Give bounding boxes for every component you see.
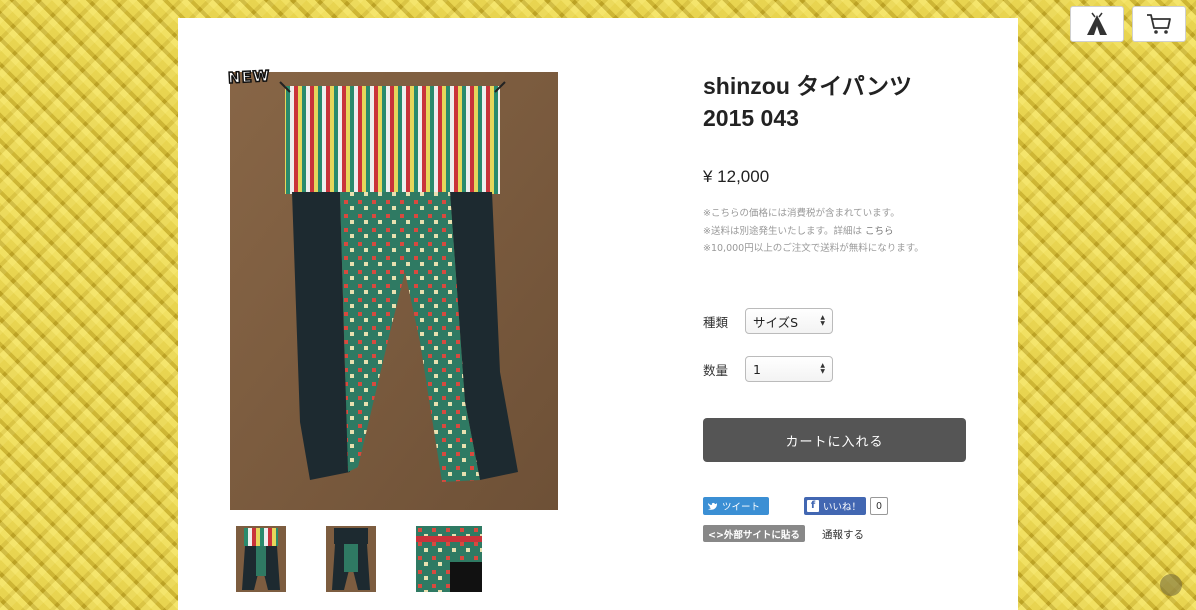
product-info: shinzou タイパンツ 2015 043 ¥ 12,000 ※こちらの価格に…: [703, 70, 973, 542]
shipping-details-link[interactable]: こちら: [865, 226, 894, 237]
thumbnail-2[interactable]: [326, 526, 376, 592]
cart-icon: [1147, 14, 1171, 34]
new-badge: NEW: [227, 66, 272, 88]
thumbnail-1[interactable]: [236, 526, 286, 592]
product-panel: NEW shinzou タイパンツ 2015 043 ¥ 12,000 ※こちら…: [178, 18, 1018, 610]
type-label: 種類: [703, 314, 729, 330]
header-icons: [1070, 6, 1186, 42]
shop-home-button[interactable]: [1070, 6, 1124, 42]
price-notes: ※こちらの価格には消費税が含まれています。 ※送料は別途発生いたします。詳細は …: [703, 205, 973, 258]
type-select[interactable]: サイズS ▲ ▼: [745, 308, 833, 334]
store-logo-icon[interactable]: [1160, 574, 1182, 596]
shipping-note: ※送料は別途発生いたします。詳細は こちら: [703, 223, 973, 241]
thumbnail-3[interactable]: [416, 526, 482, 592]
quantity-select-value: 1: [753, 361, 761, 377]
quantity-option-row: 数量 1 ▲ ▼: [703, 356, 833, 382]
add-to-cart-button[interactable]: カートに入れる: [703, 418, 966, 462]
product-title-line1: shinzou タイパンツ: [703, 73, 912, 99]
like-count: 0: [870, 497, 889, 515]
twitter-bird-icon: [708, 502, 717, 510]
shipping-note-text: ※送料は別途発生いたします。詳細は: [703, 225, 863, 237]
quantity-select[interactable]: 1 ▲ ▼: [745, 356, 833, 382]
free-shipping-note: ※10,000円以上のご注文で送料が無料になります。: [703, 243, 924, 254]
select-arrows-icon: ▲ ▼: [820, 362, 825, 375]
tax-note: ※こちらの価格には消費税が含まれています。: [703, 208, 900, 219]
report-link[interactable]: 通報する: [822, 527, 864, 542]
pants-photo: [230, 72, 558, 510]
facebook-like-button[interactable]: f いいね！: [804, 497, 867, 515]
tweet-button[interactable]: ツイート: [703, 497, 769, 515]
type-select-value: サイズS: [753, 314, 799, 330]
embed-button[interactable]: <>外部サイトに貼る: [703, 525, 805, 542]
social-buttons: ツイート f いいね！ 0 <>外部サイトに貼る 通報する: [703, 497, 973, 567]
main-product-image[interactable]: [230, 72, 558, 510]
product-price: ¥ 12,000: [703, 167, 770, 186]
product-title: shinzou タイパンツ 2015 043: [703, 70, 973, 134]
quantity-label: 数量: [703, 362, 729, 378]
cart-button[interactable]: [1132, 6, 1186, 42]
facebook-like: f いいね！ 0: [804, 497, 889, 515]
tent-icon: [1087, 12, 1107, 35]
tweet-label: ツイート: [722, 502, 761, 513]
type-option-row: 種類 サイズS ▲ ▼: [703, 308, 833, 334]
facebook-icon: f: [807, 500, 819, 512]
product-title-line2: 2015 043: [703, 105, 799, 131]
like-label: いいね！: [823, 502, 862, 513]
select-arrows-icon: ▲ ▼: [820, 314, 825, 327]
